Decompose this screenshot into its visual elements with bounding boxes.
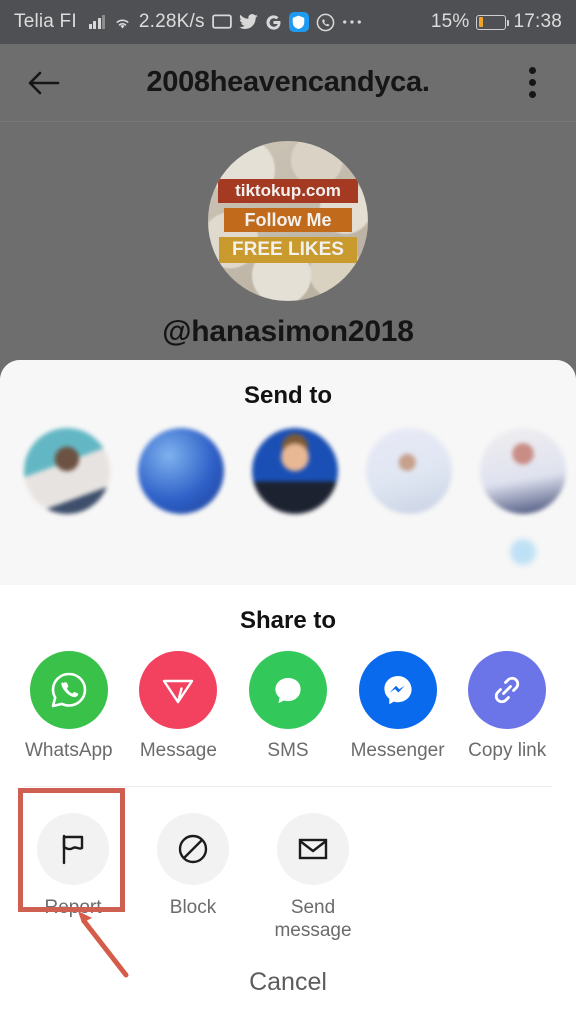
link-chain-icon [468, 650, 547, 729]
contact-name [65, 526, 69, 545]
messenger-icon [358, 650, 437, 729]
avatar [24, 428, 110, 514]
share-target-label: SMS [267, 739, 309, 761]
overflow-dots-icon [342, 18, 362, 26]
kebab-dot [528, 79, 536, 86]
list-item[interactable] [250, 428, 340, 565]
share-target-label: Copy link [468, 739, 547, 761]
signal-icon [88, 15, 106, 29]
avatar-text-line-1: tiktokup.com [218, 178, 358, 203]
share-target-message[interactable]: Message [128, 650, 228, 762]
share-target-whatsapp[interactable]: WhatsApp [19, 650, 119, 762]
share-target-label: Message [139, 739, 217, 761]
back-button[interactable] [22, 61, 66, 105]
shield-icon [288, 12, 309, 32]
avatar-overlay-text: tiktokup.com Follow Me FREE LIKES [208, 141, 368, 301]
profile-section: tiktokup.com Follow Me FREE LIKES @hanas… [0, 123, 576, 363]
action-send-message[interactable]: Send message [258, 805, 368, 943]
action-list: Report Block Send message [0, 805, 576, 943]
more-options-button[interactable] [510, 61, 554, 105]
block-icon [157, 812, 229, 885]
network-speed-label: 2.28K/s [138, 11, 205, 32]
list-item[interactable] [22, 428, 112, 565]
avatar [366, 428, 452, 514]
battery-icon [476, 14, 510, 30]
page-title: 2008heavencandyca. [146, 66, 430, 98]
twitter-icon [238, 14, 258, 30]
speech-bubble-icon [248, 650, 327, 729]
list-item[interactable] [478, 428, 568, 565]
avatar [480, 428, 566, 514]
verified-badge [510, 538, 536, 565]
action-label: Send message [274, 896, 352, 941]
kebab-dot [528, 91, 536, 98]
avatar [252, 428, 338, 514]
app-root: Telia FI 2.28K/s 15% 17:38 2008heavencan… [0, 0, 576, 1024]
contact-name [407, 526, 411, 545]
wifi-icon [113, 15, 132, 30]
send-to-section: Send to [0, 360, 576, 585]
avatar[interactable]: tiktokup.com Follow Me FREE LIKES [208, 141, 368, 301]
action-block[interactable]: Block [138, 805, 248, 943]
contact-list[interactable] [0, 428, 576, 565]
action-label: Report [44, 896, 102, 918]
action-section: Report Block Send message [0, 786, 576, 943]
share-target-sms[interactable]: SMS [238, 650, 338, 762]
cast-icon [211, 14, 232, 30]
whatsapp-icon [316, 13, 335, 32]
share-target-label: WhatsApp [24, 739, 113, 761]
contact-name [179, 526, 183, 545]
envelope-icon [277, 812, 349, 885]
battery-percent-label: 15% [430, 11, 470, 32]
kebab-dot [528, 67, 536, 74]
google-icon [265, 14, 282, 31]
status-bar: Telia FI 2.28K/s 15% 17:38 [0, 0, 576, 44]
carrier-label: Telia FI [14, 11, 77, 32]
contact-name [293, 526, 297, 545]
share-target-copy-link[interactable]: Copy link [457, 650, 557, 762]
share-target-messenger[interactable]: Messenger [348, 650, 448, 762]
avatar-text-line-2: Follow Me [224, 207, 352, 233]
nav-header: 2008heavencandyca. [0, 44, 576, 122]
avatar-text-line-3: FREE LIKES [219, 237, 357, 264]
flag-icon [37, 812, 109, 885]
share-target-list: WhatsApp Message SMS Messenger Copy link [0, 650, 576, 762]
list-item[interactable] [364, 428, 454, 565]
list-item[interactable] [136, 428, 226, 565]
send-to-title: Send to [244, 382, 332, 409]
avatar [138, 428, 224, 514]
profile-handle: @hanasimon2018 [162, 315, 414, 348]
cancel-label: Cancel [249, 967, 327, 996]
share-to-title: Share to [239, 606, 337, 634]
cancel-button[interactable]: Cancel [0, 940, 576, 1024]
paper-plane-icon [139, 650, 218, 729]
whatsapp-icon [29, 650, 108, 729]
share-target-label: Messenger [350, 739, 445, 761]
share-to-section: Share to WhatsApp Message SMS Messenger … [0, 584, 576, 768]
action-label: Block [169, 896, 217, 918]
clock-label: 17:38 [513, 11, 562, 32]
share-bottom-sheet: Send to Share to WhatsApp Message SMS Me… [0, 360, 576, 1024]
action-report[interactable]: Report [18, 805, 128, 943]
